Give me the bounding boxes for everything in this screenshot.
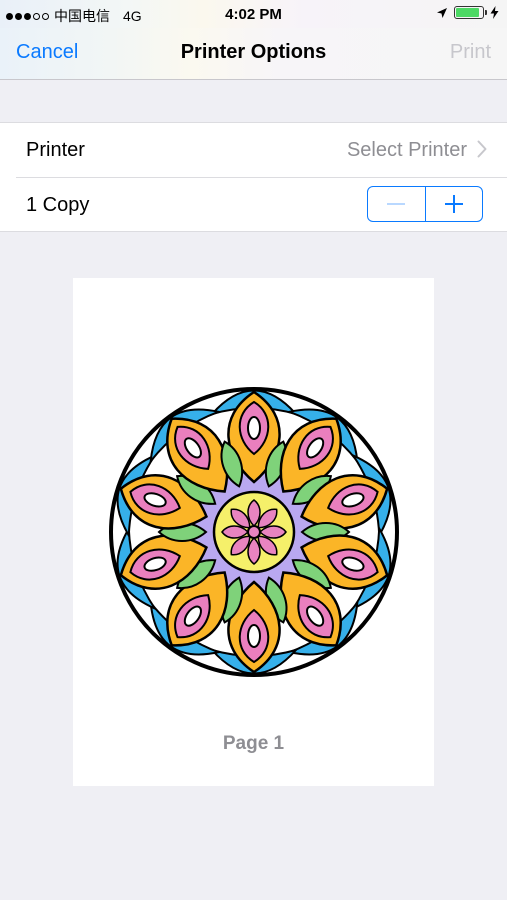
copies-label: 1 Copy	[26, 194, 90, 216]
battery-level	[456, 8, 480, 17]
increment-button[interactable]	[424, 187, 483, 221]
page-preview[interactable]: Page 1	[73, 278, 434, 786]
status-time: 4:02 PM	[225, 6, 282, 23]
page-title: Printer Options	[180, 41, 327, 63]
status-right	[436, 6, 499, 19]
plus-icon	[444, 195, 463, 213]
charging-bolt-icon	[490, 6, 499, 19]
copies-stepper[interactable]	[367, 186, 483, 222]
location-arrow-icon	[437, 7, 447, 18]
battery-icon	[454, 6, 487, 19]
printer-label: Printer	[26, 139, 85, 161]
page-number-label: Page 1	[222, 733, 285, 754]
print-button[interactable]: Print	[450, 41, 491, 64]
status-bar: 中国电信 4G 4:02 PM	[0, 0, 507, 28]
printer-options-list: Printer Select Printer 1 Copy	[0, 122, 507, 232]
navigation-bar: Cancel Printer Options Print	[0, 28, 507, 80]
copies-row: 1 Copy	[16, 177, 507, 231]
decrement-button[interactable]	[368, 187, 425, 221]
mandala-coloring-image	[109, 387, 399, 677]
printer-row[interactable]: Printer Select Printer	[0, 123, 507, 177]
minus-icon	[387, 203, 406, 205]
chevron-right-icon	[477, 140, 487, 158]
printer-value[interactable]: Select Printer	[347, 139, 467, 162]
